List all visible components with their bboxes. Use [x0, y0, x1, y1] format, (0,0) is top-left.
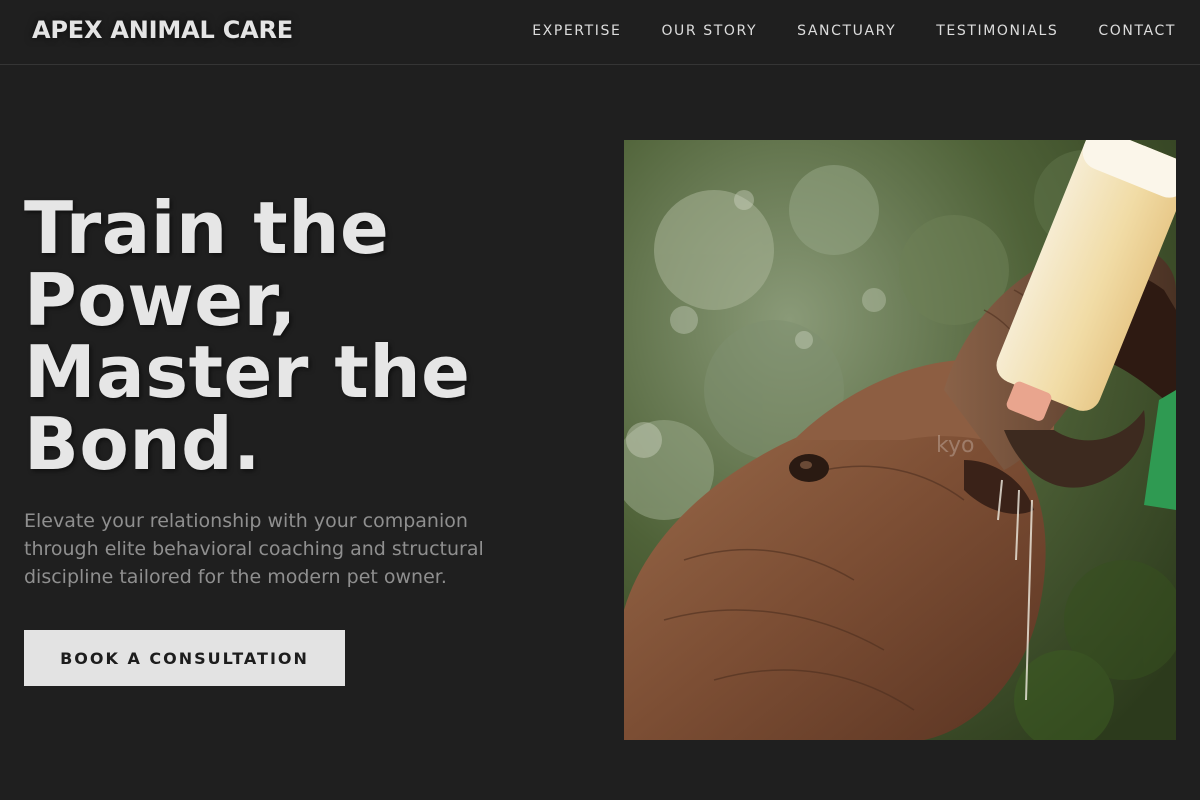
book-consultation-button[interactable]: BOOK A CONSULTATION [24, 630, 345, 686]
nav-item-expertise[interactable]: EXPERTISE [532, 23, 621, 39]
nav-item-testimonials[interactable]: TESTIMONIALS [936, 23, 1058, 39]
hero-title-line: Bond. [24, 402, 261, 486]
site-logo[interactable]: APEX ANIMAL CARE [32, 16, 293, 44]
nav-item-sanctuary[interactable]: SANCTUARY [797, 23, 896, 39]
hero-subtitle: Elevate your relationship with your comp… [24, 510, 484, 588]
nav-item-contact[interactable]: CONTACT [1098, 23, 1176, 39]
site-header: APEX ANIMAL CARE EXPERTISE OUR STORY SAN… [0, 0, 1200, 65]
image-watermark: kyo [936, 433, 974, 458]
main-nav: EXPERTISE OUR STORY SANCTUARY TESTIMONIA… [532, 23, 1176, 39]
nav-item-our-story[interactable]: OUR STORY [661, 23, 757, 39]
hero-title: Train the Power, Master the Bond. [24, 192, 544, 480]
elephant-photo-illustration: kyo [624, 140, 1176, 740]
hero-image-elephant-feeding: kyo [624, 140, 1176, 740]
